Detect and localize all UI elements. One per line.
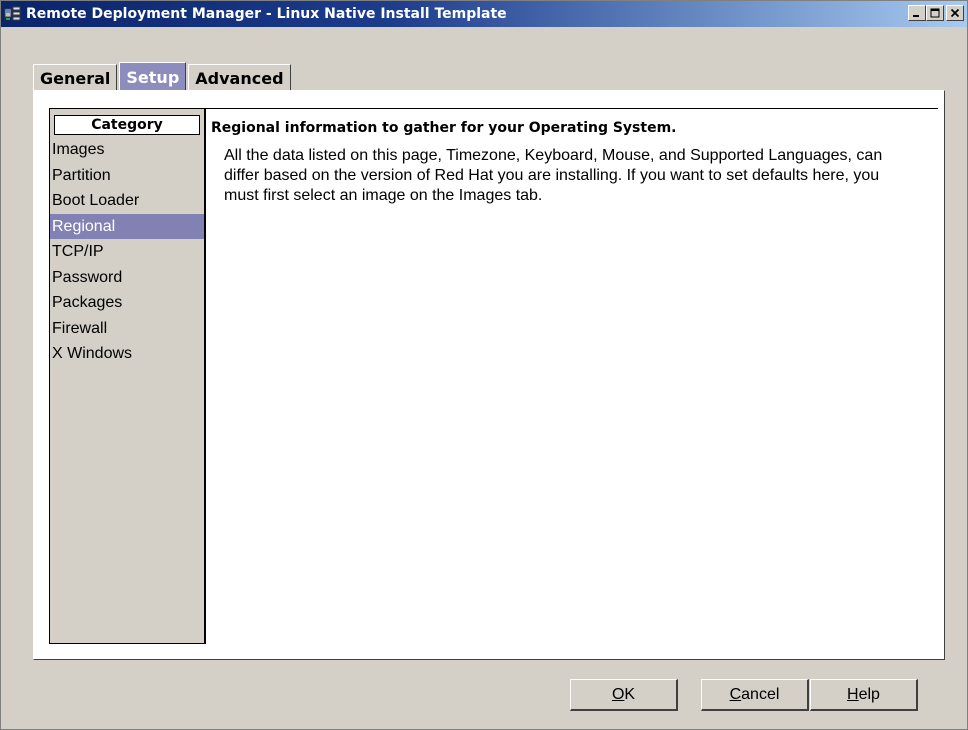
category-item-boot-loader[interactable]: Boot Loader [50, 188, 204, 214]
close-button[interactable] [946, 5, 964, 21]
tab-advanced[interactable]: Advanced [188, 64, 291, 91]
cancel-accelerator: C [729, 685, 742, 703]
category-header[interactable]: Category [54, 115, 200, 135]
dialog-button-bar: OK Cancel Help [1, 679, 967, 719]
inner-frame: Category Images Partition Boot Loader Re… [49, 108, 938, 646]
help-accelerator: H [847, 685, 859, 703]
tab-strip: General Setup Advanced [33, 61, 293, 91]
cancel-button[interactable]: Cancel [701, 679, 809, 711]
cancel-label-rest: ancel [741, 685, 780, 703]
app-window: Remote Deployment Manager - Linux Native… [0, 0, 968, 730]
category-item-packages[interactable]: Packages [50, 290, 204, 316]
maximize-button[interactable] [926, 5, 944, 21]
minimize-icon [913, 15, 919, 17]
category-item-firewall[interactable]: Firewall [50, 316, 204, 342]
content-area: Regional information to gather for your … [206, 108, 938, 644]
tab-general[interactable]: General [33, 64, 118, 91]
category-item-partition[interactable]: Partition [50, 163, 204, 189]
ok-label-rest: K [624, 685, 636, 703]
content-description: All the data listed on this page, Timezo… [224, 147, 883, 204]
minimize-button[interactable] [908, 5, 926, 21]
window-title: Remote Deployment Manager - Linux Native… [26, 6, 507, 22]
setup-tab-panel: Category Images Partition Boot Loader Re… [33, 90, 945, 660]
ok-button[interactable]: OK [570, 679, 678, 711]
app-icon[interactable] [4, 5, 22, 23]
category-item-x-windows[interactable]: X Windows [50, 341, 204, 367]
tab-setup[interactable]: Setup [119, 62, 187, 91]
category-panel: Category Images Partition Boot Loader Re… [49, 108, 206, 644]
content-heading: Regional information to gather for your … [211, 120, 677, 136]
category-item-password[interactable]: Password [50, 265, 204, 291]
help-label-rest: elp [858, 685, 880, 703]
help-button[interactable]: Help [810, 679, 918, 711]
window-controls [908, 5, 964, 21]
maximize-icon [930, 8, 940, 18]
category-item-regional[interactable]: Regional [50, 213, 204, 239]
ok-accelerator: O [611, 685, 625, 703]
category-list: Images Partition Boot Loader Regional TC… [50, 137, 204, 367]
category-item-tcp-ip[interactable]: TCP/IP [50, 239, 204, 265]
close-icon [950, 8, 960, 18]
title-bar[interactable]: Remote Deployment Manager - Linux Native… [1, 1, 967, 27]
category-item-images[interactable]: Images [50, 137, 204, 163]
